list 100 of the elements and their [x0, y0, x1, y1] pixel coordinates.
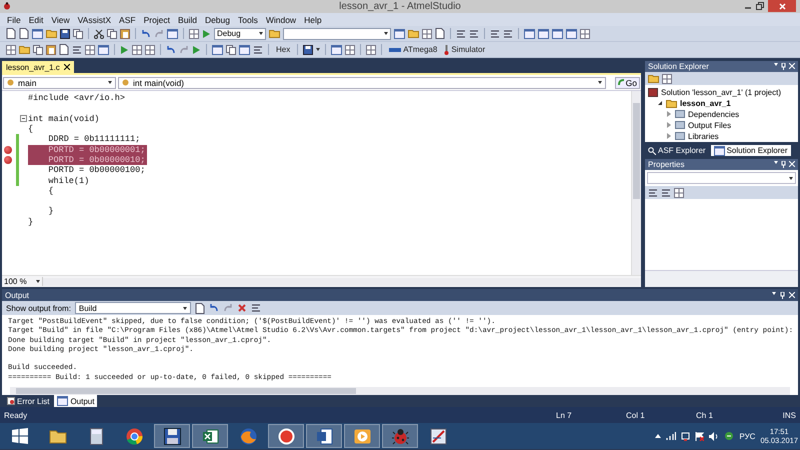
device-button[interactable]: ATmega8	[387, 45, 440, 54]
copy-icon[interactable]	[33, 44, 43, 54]
menu-item[interactable]: Help	[300, 14, 326, 24]
breakpoint-icon[interactable]	[4, 146, 12, 154]
source-label: Show output from:	[6, 304, 71, 312]
breakpoint-icon[interactable]	[4, 156, 12, 164]
hex-button[interactable]: Hex	[274, 45, 292, 54]
grid-icon[interactable]	[132, 44, 142, 54]
tree-item[interactable]: Solution 'lesson_avr_1' (1 project)	[661, 88, 782, 96]
calculator-icon[interactable]	[90, 428, 102, 444]
panel-tab[interactable]: Output	[54, 395, 98, 407]
grid-icon[interactable]	[366, 44, 376, 54]
collapsed-arrow-icon[interactable]	[667, 122, 671, 128]
tool-button[interactable]: Simulator	[442, 44, 488, 54]
member-dropdown[interactable]: int main(void)	[118, 76, 606, 88]
panel-tab[interactable]: ASF Explorer	[645, 145, 709, 156]
panel-tab[interactable]: Solution Explorer	[710, 145, 790, 156]
panel-tab[interactable]: Error List	[4, 395, 52, 407]
platform-dropdown[interactable]	[283, 28, 391, 40]
lines-icon[interactable]	[253, 44, 263, 54]
window-icon[interactable]	[32, 28, 43, 38]
window-icon[interactable]	[331, 44, 342, 54]
pin-icon[interactable]	[780, 292, 785, 298]
windows-logo-icon[interactable]	[12, 428, 28, 444]
document-icon[interactable]	[316, 428, 332, 444]
menu-item[interactable]: File	[3, 14, 25, 24]
status-text: Ready	[4, 410, 28, 420]
menu-item[interactable]: ASF	[115, 14, 140, 24]
window-icon[interactable]	[239, 44, 250, 54]
signal-icon[interactable]	[666, 432, 676, 440]
folder-icon[interactable]	[19, 45, 30, 54]
undo-arrow-icon[interactable]	[141, 28, 151, 38]
magnifier-icon	[648, 146, 656, 154]
pen-icon[interactable]	[430, 428, 446, 444]
bug-icon[interactable]	[392, 428, 408, 444]
code-line: int main(void)	[28, 114, 100, 124]
chip-icon[interactable]	[389, 46, 402, 52]
insert-mode-indicator: INS	[782, 410, 796, 420]
scissors-icon[interactable]	[94, 28, 104, 38]
scrollbar[interactable]	[10, 387, 790, 395]
output-source-dropdown[interactable]: Build	[74, 302, 191, 314]
copy-icon[interactable]	[107, 28, 117, 38]
document-icon[interactable]	[19, 28, 29, 39]
document-icon[interactable]	[59, 44, 69, 55]
tree-item[interactable]: Dependencies	[688, 110, 740, 118]
thermometer-icon[interactable]	[444, 44, 450, 54]
window-icon[interactable]	[524, 28, 535, 38]
clear-icon[interactable]	[236, 303, 247, 313]
tree-item[interactable]: Output Files	[688, 120, 732, 130]
grid-icon[interactable]	[345, 44, 356, 54]
tree-item[interactable]: Libraries	[688, 132, 719, 140]
menu-item[interactable]: Window	[262, 14, 300, 24]
menu-item[interactable]: Edit	[24, 14, 48, 24]
scrollbar[interactable]	[43, 278, 641, 286]
restore-icon[interactable]	[756, 2, 764, 10]
network-icon[interactable]	[681, 432, 690, 440]
line-indicator: Ln 7	[556, 410, 573, 420]
speaker-icon[interactable]	[709, 432, 720, 440]
play-icon[interactable]	[354, 428, 370, 444]
go-button[interactable]: Go	[614, 76, 640, 88]
collapse-icon[interactable]	[20, 115, 27, 122]
folder-icon[interactable]	[666, 98, 677, 108]
circle-icon[interactable]	[278, 428, 294, 444]
menu-item[interactable]: View	[47, 14, 74, 24]
scope-dropdown[interactable]: main	[3, 76, 116, 88]
tree-item[interactable]: lesson_avr_1	[680, 98, 731, 108]
copy-icon[interactable]	[226, 44, 236, 54]
language-indicator[interactable]: РУС	[739, 432, 756, 440]
panel-title: Output	[5, 290, 30, 300]
globe-icon[interactable]	[240, 428, 256, 444]
menu-item[interactable]: VAssistX	[74, 14, 116, 24]
code-line: }	[28, 216, 34, 227]
clipboard-icon[interactable]	[120, 28, 130, 39]
configuration-dropdown[interactable]: Debug	[214, 28, 266, 40]
menu-item[interactable]: Tools	[234, 14, 262, 24]
close-button[interactable]	[768, 0, 796, 12]
caret-icon[interactable]	[316, 48, 320, 51]
collapsed-arrow-icon[interactable]	[667, 133, 671, 139]
pin-icon[interactable]	[781, 161, 786, 168]
bug-logo-icon	[3, 2, 11, 10]
spreadsheet-icon[interactable]	[202, 428, 218, 444]
expanded-arrow-icon[interactable]	[658, 101, 662, 105]
flag-icon[interactable]	[695, 432, 704, 440]
menu-item[interactable]: Build	[174, 14, 201, 24]
browser-icon[interactable]	[126, 428, 142, 444]
window-icon[interactable]	[98, 44, 109, 54]
close-icon[interactable]	[64, 64, 70, 70]
clipboard-icon[interactable]	[46, 44, 56, 55]
menu-item[interactable]: Debug	[200, 14, 234, 24]
caret-up-icon[interactable]	[655, 434, 662, 438]
grid-icon[interactable]	[189, 28, 199, 38]
collapsed-arrow-icon[interactable]	[667, 111, 671, 117]
scrollbar[interactable]	[631, 91, 641, 275]
folder-icon[interactable]	[49, 428, 67, 444]
document-tab[interactable]: lesson_avr_1.c	[2, 61, 74, 73]
menu-item[interactable]: Project	[140, 14, 174, 24]
window-icon[interactable]	[212, 44, 223, 54]
dot-icon	[122, 79, 129, 86]
pin-icon[interactable]	[781, 63, 786, 70]
code-line: {	[28, 124, 34, 134]
